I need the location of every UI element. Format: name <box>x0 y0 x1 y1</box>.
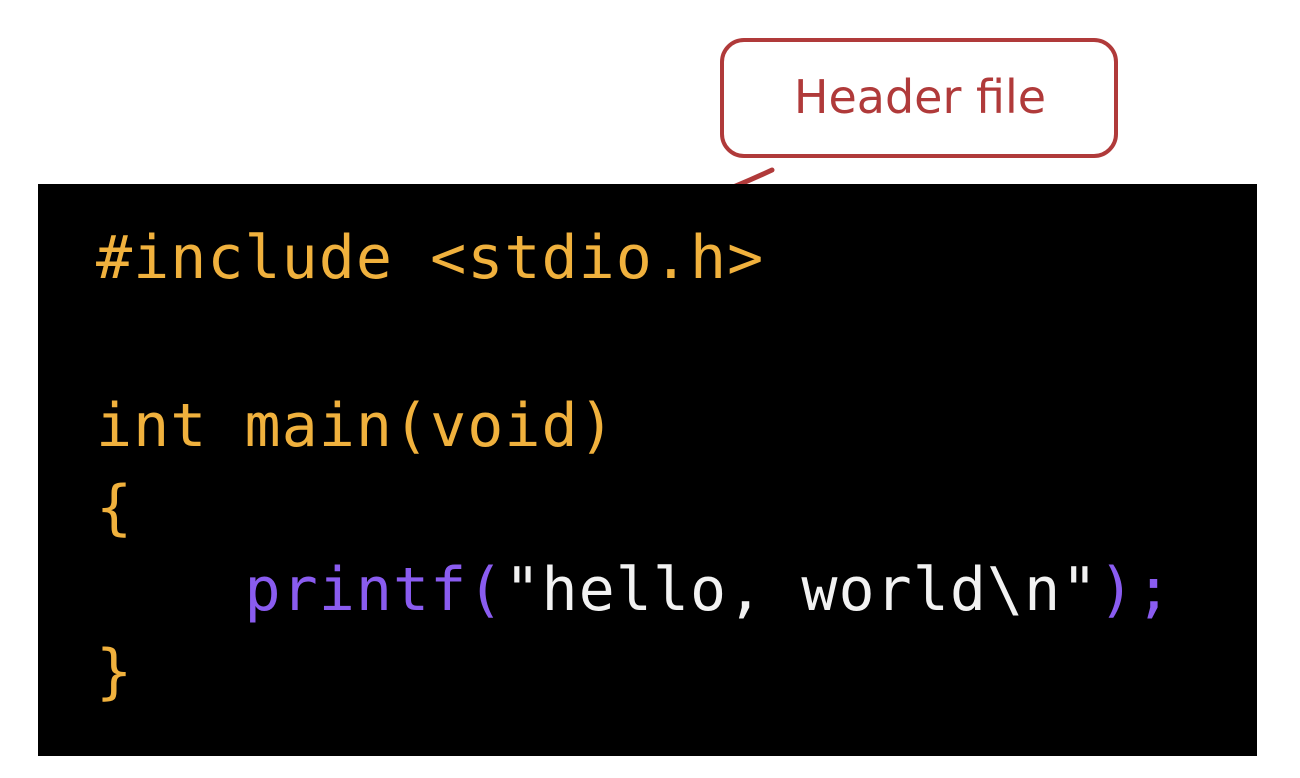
include-directive: #include <box>96 223 393 293</box>
code-block: #include <stdio.h> int main(void) { prin… <box>38 184 1257 756</box>
code-line-include: #include <stdio.h> <box>96 222 764 294</box>
printf-name: printf <box>244 555 468 625</box>
code-line-open-brace: { <box>96 472 133 544</box>
code-line-close-brace: } <box>96 636 133 708</box>
include-header: <stdio.h> <box>430 223 765 293</box>
close-brace: } <box>96 637 134 707</box>
main-return-type: int <box>96 391 208 461</box>
printf-close: ); <box>1098 555 1173 625</box>
callout-label: Header file <box>794 70 1046 124</box>
printf-open-paren: ( <box>467 555 505 625</box>
printf-string: "hello, world\n" <box>504 555 1099 625</box>
code-line-printf: printf("hello, world\n"); <box>96 554 1173 626</box>
open-brace: { <box>96 473 134 543</box>
main-signature: main(void) <box>244 391 616 461</box>
code-line-main: int main(void) <box>96 390 616 462</box>
